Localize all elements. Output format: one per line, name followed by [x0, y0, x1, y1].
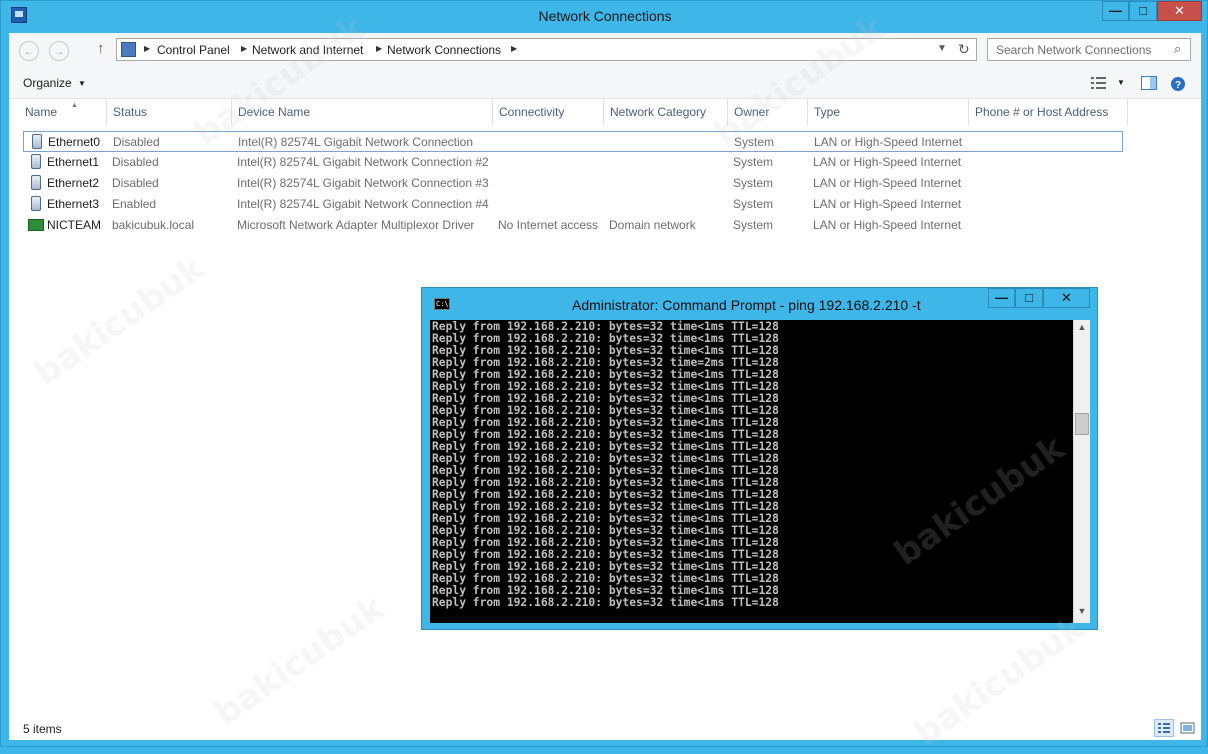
- change-view-icon[interactable]: [1091, 76, 1107, 90]
- column-header-owner[interactable]: Owner: [728, 99, 808, 125]
- network-adapter-icon: [31, 175, 41, 190]
- breadcrumb-network-connections[interactable]: Network Connections: [387, 43, 501, 57]
- chevron-down-icon[interactable]: ▼: [1117, 78, 1133, 92]
- chevron-down-icon[interactable]: ▼: [78, 79, 86, 88]
- device-name: Intel(R) 82574L Gigabit Network Connecti…: [237, 197, 489, 211]
- search-box[interactable]: Search Network Connections ⌕: [987, 38, 1191, 61]
- chevron-down-icon[interactable]: ▼: [937, 43, 947, 54]
- column-header-name[interactable]: Name ▲: [19, 99, 107, 125]
- network-adapter-icon: [31, 154, 41, 169]
- window-title: Network Connections: [538, 8, 672, 24]
- connection-status: Enabled: [112, 197, 157, 211]
- connection-status: Disabled: [112, 176, 159, 190]
- column-header-connectivity[interactable]: Connectivity: [493, 99, 604, 125]
- owner: System: [733, 218, 774, 232]
- item-count: 5 items: [23, 722, 62, 736]
- console-scrollbar[interactable]: ▲ ▼: [1073, 320, 1090, 623]
- owner: System: [733, 155, 774, 169]
- cmd-maximize-button[interactable]: □: [1015, 288, 1043, 308]
- column-headers: Name ▲ Status Device Name Connectivity Ne…: [9, 99, 1201, 125]
- navigation-bar: ← → ↑ ▶ Control Panel ▶ Network and Inte…: [9, 33, 1201, 67]
- connection-status: bakicubuk.local: [112, 218, 195, 232]
- refresh-icon[interactable]: ↻: [958, 41, 970, 58]
- connection-name: Ethernet3: [47, 197, 100, 211]
- connectivity: No Internet access: [498, 218, 599, 232]
- status-bar: 5 items: [9, 716, 1201, 740]
- list-item-ethernet1[interactable]: Ethernet1 Disabled Intel(R) 82574L Gigab…: [23, 152, 1123, 173]
- chevron-right-icon[interactable]: ▶: [144, 44, 150, 53]
- help-icon[interactable]: ?: [1170, 76, 1186, 91]
- chevron-right-icon[interactable]: ▶: [376, 44, 382, 53]
- owner: System: [733, 176, 774, 190]
- search-icon[interactable]: ⌕: [1174, 41, 1181, 57]
- organize-button[interactable]: Organize: [23, 76, 72, 90]
- close-button[interactable]: ✕: [1157, 1, 1202, 21]
- explorer-window: Network Connections — □ ✕ ← → ↑ ▶ Contro…: [0, 0, 1208, 754]
- column-header-status[interactable]: Status: [107, 99, 232, 125]
- maximize-button[interactable]: □: [1129, 1, 1157, 21]
- device-name: Intel(R) 82574L Gigabit Network Connecti…: [237, 176, 489, 190]
- search-input[interactable]: Search Network Connections: [996, 43, 1151, 57]
- column-header-phone-host[interactable]: Phone # or Host Address: [969, 99, 1128, 125]
- scroll-thumb[interactable]: [1075, 413, 1089, 435]
- breadcrumb-network-and-internet[interactable]: Network and Internet: [252, 43, 363, 57]
- connection-type: LAN or High-Speed Internet: [813, 155, 962, 169]
- cmd-close-button[interactable]: ✕: [1043, 288, 1090, 308]
- breadcrumb-control-panel[interactable]: Control Panel: [157, 43, 230, 57]
- connection-type: LAN or High-Speed Internet: [813, 197, 962, 211]
- cmd-minimize-button[interactable]: —: [988, 288, 1015, 308]
- connection-name: Ethernet0: [48, 135, 101, 149]
- connection-type: LAN or High-Speed Internet: [814, 135, 963, 149]
- network-adapter-icon: [31, 196, 41, 211]
- preview-pane-icon[interactable]: [1141, 76, 1157, 90]
- up-button[interactable]: ↑: [97, 40, 105, 57]
- connection-status: Disabled: [112, 155, 159, 169]
- address-bar[interactable]: ▶ Control Panel ▶ Network and Internet ▶…: [116, 38, 977, 61]
- owner: System: [734, 135, 775, 149]
- svg-text:?: ?: [1175, 80, 1181, 91]
- scroll-up-icon[interactable]: ▲: [1074, 322, 1090, 332]
- chevron-right-icon[interactable]: ▶: [241, 44, 247, 53]
- minimize-button[interactable]: —: [1102, 1, 1129, 21]
- title-bar[interactable]: Network Connections — □ ✕: [1, 1, 1208, 33]
- chevron-right-icon[interactable]: ▶: [511, 44, 517, 53]
- command-prompt-window[interactable]: C:\ Administrator: Command Prompt - ping…: [421, 287, 1098, 630]
- list-item-ethernet2[interactable]: Ethernet2 Disabled Intel(R) 82574L Gigab…: [23, 173, 1123, 194]
- console-icon[interactable]: C:\: [434, 298, 450, 310]
- column-header-device-name[interactable]: Device Name: [232, 99, 493, 125]
- large-icons-view-button[interactable]: [1179, 719, 1197, 737]
- column-header-network-category[interactable]: Network Category: [604, 99, 728, 125]
- scroll-down-icon[interactable]: ▼: [1074, 606, 1090, 616]
- device-name: Intel(R) 82574L Gigabit Network Connecti…: [237, 155, 489, 169]
- back-button[interactable]: ←: [19, 41, 39, 61]
- connection-type: LAN or High-Speed Internet: [813, 176, 962, 190]
- list-item-nicteam[interactable]: NICTEAM bakicubuk.local Microsoft Networ…: [23, 215, 1123, 236]
- column-header-type[interactable]: Type: [808, 99, 969, 125]
- device-name: Microsoft Network Adapter Multiplexor Dr…: [237, 218, 475, 232]
- control-panel-icon: [121, 42, 136, 57]
- sort-up-icon: ▲: [71, 102, 78, 109]
- network-adapter-icon: [32, 134, 42, 149]
- list-item-ethernet3[interactable]: Ethernet3 Enabled Intel(R) 82574L Gigabi…: [23, 194, 1123, 215]
- owner: System: [733, 197, 774, 211]
- console-line: Reply from 192.168.2.210: bytes=32 time<…: [432, 596, 779, 609]
- list-item-ethernet0[interactable]: Ethernet0 Disabled Intel(R) 82574L Gigab…: [23, 131, 1123, 152]
- connection-status: Disabled: [113, 135, 160, 149]
- details-view-button[interactable]: [1154, 719, 1174, 737]
- connection-name: NICTEAM: [47, 218, 101, 232]
- connection-type: LAN or High-Speed Internet: [813, 218, 962, 232]
- command-prompt-title: Administrator: Command Prompt - ping 192…: [572, 297, 921, 313]
- connection-name: Ethernet1: [47, 155, 100, 169]
- nic-team-icon: [28, 219, 44, 231]
- network-category: Domain network: [609, 218, 696, 232]
- connection-name: Ethernet2: [47, 176, 100, 190]
- device-name: Intel(R) 82574L Gigabit Network Connecti…: [238, 135, 474, 149]
- console-output[interactable]: Reply from 192.168.2.210: bytes=32 time<…: [430, 320, 1073, 623]
- command-bar: Organize ▼ ▼ ?: [9, 67, 1201, 99]
- column-header-label: Name: [25, 105, 58, 119]
- forward-button[interactable]: →: [49, 41, 69, 61]
